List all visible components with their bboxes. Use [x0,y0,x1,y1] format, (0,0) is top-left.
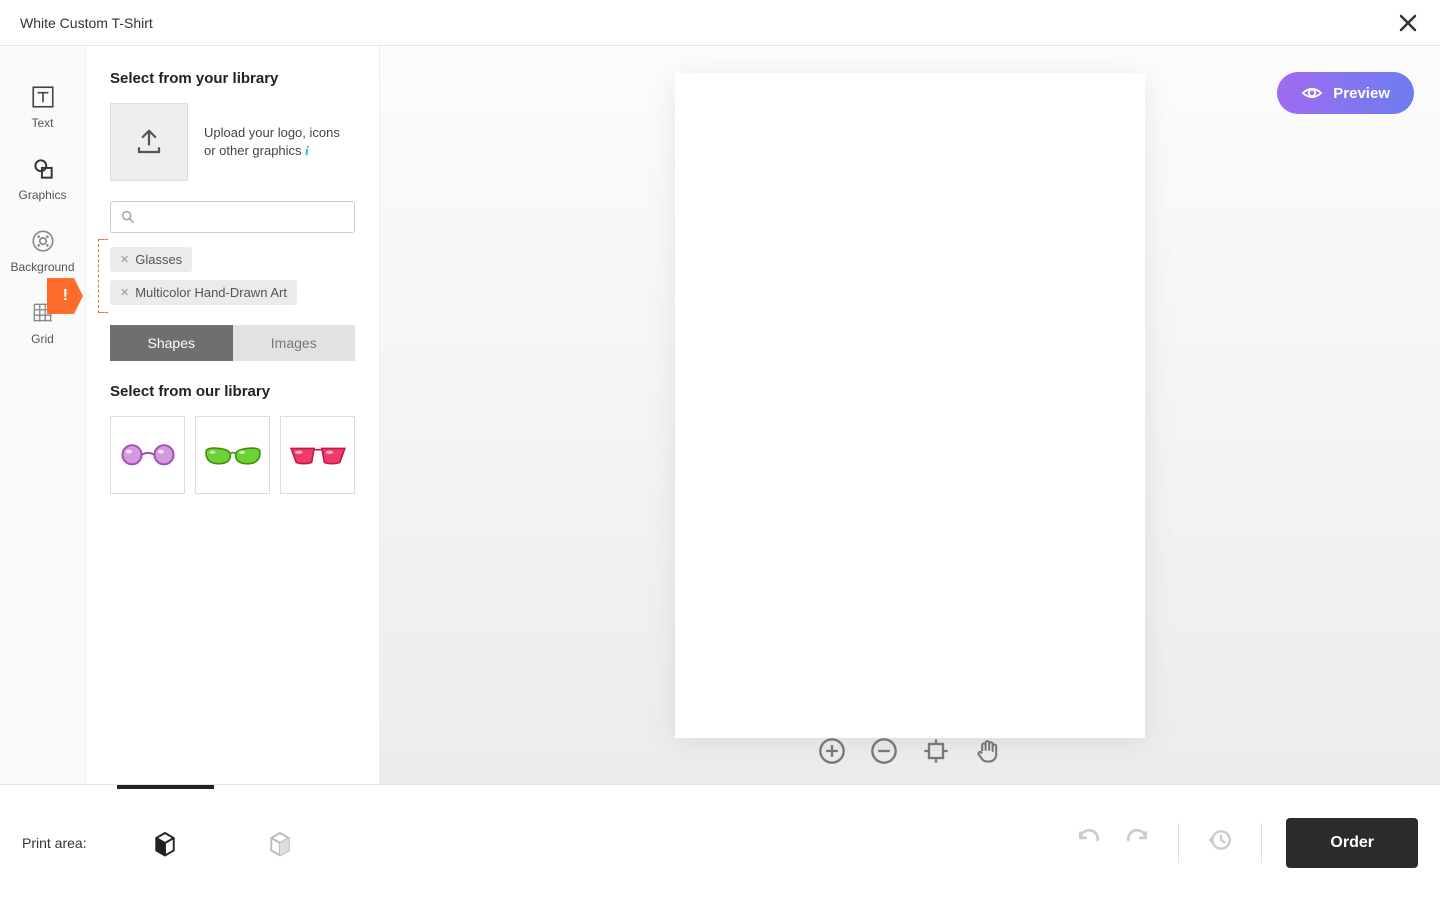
tag-label: Multicolor Hand-Drawn Art [135,285,287,300]
library-item-glasses-green[interactable] [195,416,270,494]
center-button[interactable] [921,736,951,766]
main: Text Graphics Background Grid ! Select f… [0,46,1440,784]
footer-right: Order [1072,818,1418,868]
segmented-control: Shapes Images [110,325,355,361]
center-icon [922,737,950,765]
glasses-icon [201,442,265,468]
graphics-panel: Select from your library Upload your log… [86,46,380,784]
upload-text: Upload your logo, icons or other graphic… [204,124,355,160]
your-library-heading: Select from your library [110,70,355,87]
filter-tag-multicolor[interactable]: ✕ Multicolor Hand-Drawn Art [110,280,297,305]
filter-tags: ✕ Glasses ✕ Multicolor Hand-Drawn Art [110,247,355,305]
rail-item-text[interactable]: Text [0,76,85,148]
print-area-label: Print area: [22,835,87,851]
artboard[interactable] [675,73,1145,738]
tab-images[interactable]: Images [233,325,356,361]
print-area-front[interactable] [117,818,214,868]
upload-button[interactable] [110,103,188,181]
footer: Print area: Order [0,784,1440,900]
rail-label-background: Background [10,260,74,274]
redo-icon [1124,827,1150,853]
upload-text-content: Upload your logo, icons or other graphic… [204,125,340,158]
tag-label: Glasses [135,252,182,267]
zoom-in-button[interactable] [817,736,847,766]
rail-item-graphics[interactable]: Graphics [0,148,85,220]
divider [1261,823,1262,863]
footer-left: Print area: [22,818,329,868]
glasses-icon [116,442,180,468]
rail-label-graphics: Graphics [18,188,66,202]
library-item-glasses-pink[interactable] [280,416,355,494]
undo-button[interactable] [1072,823,1106,862]
tab-shapes[interactable]: Shapes [110,325,233,361]
remove-tag-icon[interactable]: ✕ [120,286,129,299]
rail-label-text: Text [31,116,53,130]
canvas-tools [817,736,1003,766]
history-icon [1207,827,1233,853]
alert-badge-label: ! [62,287,67,305]
preview-label: Preview [1333,85,1390,102]
info-icon[interactable]: i [305,143,309,158]
plus-circle-icon [818,737,846,765]
order-button[interactable]: Order [1286,818,1418,868]
search-icon [120,209,136,225]
left-rail: Text Graphics Background Grid ! [0,46,86,784]
close-icon [1398,13,1418,33]
divider [1178,823,1179,863]
background-icon [30,228,56,254]
history-button[interactable] [1203,823,1237,862]
library-grid [110,416,355,494]
remove-tag-icon[interactable]: ✕ [120,253,129,266]
cube-front-icon [150,828,180,858]
hand-icon [974,737,1002,765]
rail-label-grid: Grid [31,332,54,346]
cube-back-icon [265,828,295,858]
filter-tag-glasses[interactable]: ✕ Glasses [110,247,192,272]
header: White Custom T-Shirt [0,0,1440,46]
redo-button[interactable] [1120,823,1154,862]
zoom-out-button[interactable] [869,736,899,766]
search-input[interactable] [110,201,355,233]
page-title: White Custom T-Shirt [20,15,153,31]
our-library-heading: Select from our library [110,383,355,400]
graphics-icon [30,156,56,182]
upload-row: Upload your logo, icons or other graphic… [110,103,355,181]
print-area-back[interactable] [232,818,329,868]
pan-button[interactable] [973,736,1003,766]
upload-icon [134,127,164,157]
glasses-icon [286,442,350,468]
highlight-marker [98,239,108,313]
close-button[interactable] [1396,11,1420,35]
library-item-glasses-purple[interactable] [110,416,185,494]
text-icon [30,84,56,110]
minus-circle-icon [870,737,898,765]
eye-icon [1301,82,1323,104]
search-wrap [110,201,355,233]
preview-button[interactable]: Preview [1277,72,1414,114]
undo-icon [1076,827,1102,853]
canvas-area: Preview [380,46,1440,784]
